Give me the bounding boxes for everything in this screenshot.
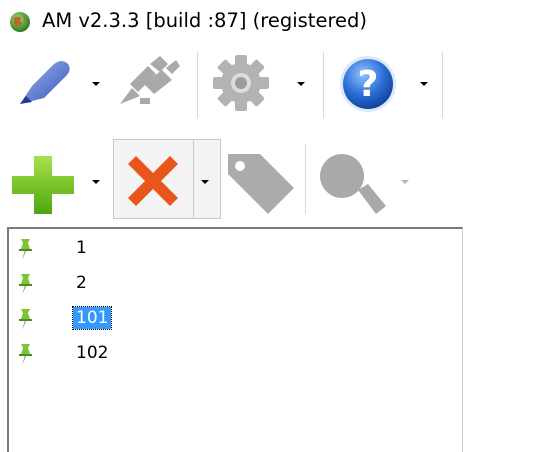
tag-button[interactable]	[226, 150, 296, 216]
split-button-divider	[193, 140, 194, 218]
add-dropdown-arrow[interactable]	[92, 180, 100, 184]
tree-item-label: 102	[76, 343, 109, 363]
window-title: AM v2.3.3 [build :87] (registered)	[42, 9, 368, 32]
item-tree[interactable]: 1 2 101 102	[7, 227, 463, 452]
tree-item-label-selected: 101	[71, 306, 113, 330]
add-icon	[12, 156, 74, 214]
title-bar: AM v2.3.3 [build :87] (registered)	[0, 0, 559, 40]
tree-item-label: 1	[76, 238, 87, 258]
search-dropdown-arrow[interactable]	[401, 180, 409, 184]
delete-button[interactable]	[122, 150, 184, 212]
toolbar-separator	[442, 52, 443, 118]
disconnect-icon	[120, 56, 180, 104]
disconnect-button[interactable]	[114, 54, 184, 112]
tree-item-label: 2	[76, 273, 87, 293]
app-globe-icon	[10, 12, 30, 32]
add-button[interactable]	[10, 154, 76, 216]
help-button[interactable]: ?	[336, 54, 400, 114]
toolbar-separator	[197, 52, 198, 118]
toolbar-separator	[323, 52, 324, 118]
pushpin-icon	[19, 239, 32, 260]
pushpin-icon	[19, 274, 32, 295]
connect-icon	[20, 61, 70, 104]
svg-text:?: ?	[358, 64, 379, 105]
delete-icon	[128, 156, 178, 206]
gear-icon	[213, 55, 269, 111]
settings-button[interactable]	[209, 53, 273, 113]
tree-item[interactable]: 101	[9, 303, 209, 333]
help-dropdown-arrow[interactable]	[420, 82, 428, 86]
search-icon	[320, 154, 386, 214]
delete-dropdown-arrow[interactable]	[201, 180, 209, 184]
main-toolbar: ?	[0, 44, 559, 126]
help-icon: ?	[340, 56, 396, 112]
pushpin-icon	[19, 309, 32, 330]
search-button[interactable]	[316, 150, 388, 216]
settings-dropdown-arrow[interactable]	[297, 82, 305, 86]
tag-icon	[228, 154, 294, 214]
connect-button[interactable]	[12, 56, 78, 110]
edit-toolbar	[0, 136, 559, 224]
connect-dropdown-arrow[interactable]	[92, 82, 100, 86]
pushpin-icon	[19, 344, 32, 365]
toolbar-separator	[305, 144, 306, 214]
tree-item[interactable]: 1	[9, 233, 209, 263]
tree-item[interactable]: 102	[9, 338, 209, 368]
tree-item[interactable]: 2	[9, 268, 209, 298]
